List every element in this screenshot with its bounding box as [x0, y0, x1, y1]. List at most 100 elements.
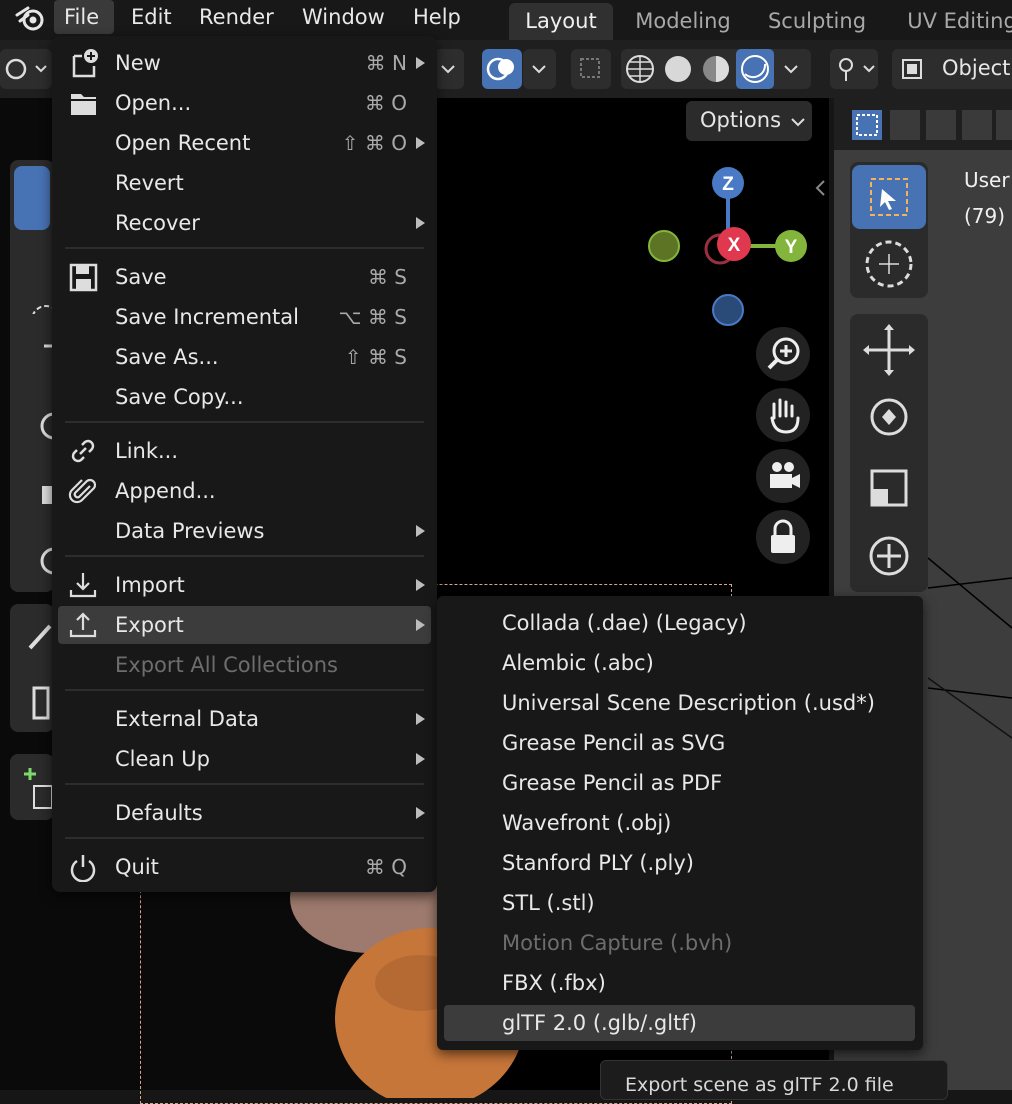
- wireframe-shading-icon[interactable]: [626, 55, 654, 83]
- annotate-tool-icon[interactable]: [28, 624, 52, 650]
- export-item-fbx[interactable]: FBX (.fbx): [444, 965, 915, 1001]
- selection-mode-icons[interactable]: [848, 104, 1012, 142]
- chevron-down-icon[interactable]: [784, 65, 798, 74]
- object-mode-icon: [902, 59, 922, 79]
- export-item-usd[interactable]: Universal Scene Description (.usd*): [444, 685, 915, 721]
- blender-logo-icon[interactable]: [14, 4, 46, 32]
- import-icon: [69, 573, 97, 598]
- gizmo-toggle-button[interactable]: [830, 49, 878, 89]
- export-item-alembic[interactable]: Alembic (.abc): [444, 645, 915, 681]
- camera-view-button[interactable]: [756, 449, 810, 503]
- link-icon: [71, 439, 95, 463]
- submenu-arrow-icon: [416, 525, 425, 537]
- menu-item-open[interactable]: Open... ⌘ O: [58, 84, 431, 122]
- menu-file[interactable]: File: [54, 0, 114, 34]
- menu-item-revert[interactable]: Revert: [58, 164, 431, 202]
- view-name-label: User: [964, 168, 1010, 192]
- object-mode-dropdown[interactable]: Object: [892, 49, 1012, 89]
- menu-item-open-recent[interactable]: Open Recent ⇧ ⌘ O: [58, 124, 431, 162]
- zoom-icon: [767, 337, 800, 370]
- tooltip: Export scene as glTF 2.0 file: [600, 1060, 948, 1100]
- menu-item-recover[interactable]: Recover: [58, 204, 431, 242]
- shading-group: [621, 49, 811, 89]
- tab-modeling[interactable]: Modeling: [622, 3, 744, 40]
- menu-item-save-copy[interactable]: Save Copy...: [58, 378, 431, 416]
- menu-window[interactable]: Window: [292, 0, 395, 34]
- left-toolbar-group-2: [10, 314, 54, 592]
- menu-separator: [65, 247, 424, 249]
- collapse-sidebar-icon[interactable]: [812, 178, 828, 198]
- tab-uv-editing[interactable]: UV Editing: [892, 3, 1012, 40]
- submenu-arrow-icon: [416, 713, 425, 725]
- overlays-button[interactable]: [482, 49, 522, 89]
- left-toolbar-group-3: [10, 604, 54, 732]
- export-submenu: Collada (.dae) (Legacy) Alembic (.abc) U…: [437, 596, 923, 1050]
- submenu-arrow-icon: [416, 579, 425, 591]
- xray-button[interactable]: [571, 49, 611, 89]
- cursor-tool-icon[interactable]: [852, 232, 926, 296]
- file-menu: New ⌘ N Open... ⌘ O Open Recent ⇧ ⌘ O Re…: [52, 36, 437, 892]
- menu-separator: [65, 555, 424, 557]
- lock-view-button[interactable]: [756, 510, 810, 564]
- select-box-tool[interactable]: [14, 166, 50, 230]
- export-item-wavefront-obj[interactable]: Wavefront (.obj): [444, 805, 915, 841]
- gizmo-y-label: Y: [785, 237, 798, 258]
- menu-help[interactable]: Help: [403, 0, 471, 34]
- save-icon: [69, 263, 98, 292]
- measure-tool-icon[interactable]: [32, 686, 50, 720]
- add-cube-icon: [24, 768, 53, 809]
- export-item-gltf[interactable]: glTF 2.0 (.glb/.gltf): [444, 1005, 915, 1041]
- options-dropdown[interactable]: Options: [686, 101, 812, 141]
- export-icon: [69, 612, 97, 638]
- transform-pivot-button[interactable]: [0, 49, 52, 89]
- transform-tool-icon[interactable]: [869, 536, 909, 576]
- paperclip-icon: [68, 478, 97, 504]
- object-mode-label: Object: [942, 56, 1011, 80]
- export-item-grease-pencil-pdf[interactable]: Grease Pencil as PDF: [444, 765, 915, 801]
- menu-render[interactable]: Render: [189, 0, 284, 34]
- menu-item-save[interactable]: Save ⌘ S: [58, 258, 431, 296]
- scale-tool-icon[interactable]: [870, 469, 908, 507]
- add-cube-tool[interactable]: [10, 754, 54, 820]
- export-item-stl[interactable]: STL (.stl): [444, 885, 915, 921]
- folder-icon: [71, 94, 96, 115]
- overlays-dropdown[interactable]: [523, 49, 556, 89]
- export-item-motion-capture: Motion Capture (.bvh): [502, 931, 733, 955]
- menu-item-new[interactable]: New ⌘ N: [58, 44, 431, 82]
- tab-layout[interactable]: Layout: [509, 3, 613, 40]
- move-tool-icon[interactable]: [863, 324, 915, 376]
- rotate-tool-icon[interactable]: [870, 398, 908, 436]
- menu-item-defaults[interactable]: Defaults: [58, 794, 431, 832]
- menu-item-import[interactable]: Import: [58, 566, 431, 604]
- zoom-button[interactable]: [756, 327, 810, 381]
- pan-button[interactable]: [756, 388, 810, 442]
- menu-separator: [65, 421, 424, 423]
- menu-item-export[interactable]: Export: [58, 606, 431, 644]
- submenu-arrow-icon: [416, 619, 425, 631]
- material-shading-icon[interactable]: [703, 56, 729, 82]
- export-item-grease-pencil-svg[interactable]: Grease Pencil as SVG: [444, 725, 915, 761]
- right-toolbar-group-1: [850, 162, 928, 298]
- hand-icon: [770, 398, 800, 434]
- menu-item-external-data[interactable]: External Data: [58, 700, 431, 738]
- export-item-stanford-ply[interactable]: Stanford PLY (.ply): [444, 845, 915, 881]
- menu-item-save-incremental[interactable]: Save Incremental ⌥ ⌘ S: [58, 298, 431, 336]
- export-item-collada[interactable]: Collada (.dae) (Legacy): [444, 605, 915, 641]
- menu-item-link[interactable]: Link...: [58, 432, 431, 470]
- top-bar: File Edit Render Window Help Layout Mode…: [0, 0, 1012, 40]
- tab-sculpting[interactable]: Sculpting: [755, 3, 879, 40]
- frame-label: (79): [964, 204, 1006, 228]
- menu-item-save-as[interactable]: Save As... ⇧ ⌘ S: [58, 338, 431, 376]
- menu-edit[interactable]: Edit: [121, 0, 182, 34]
- menu-item-append[interactable]: Append...: [58, 472, 431, 510]
- menu-item-quit[interactable]: Quit ⌘ Q: [58, 848, 431, 886]
- menu-item-data-previews[interactable]: Data Previews: [58, 512, 431, 550]
- select-box-tool-right[interactable]: [852, 165, 926, 229]
- menu-item-clean-up[interactable]: Clean Up: [58, 740, 431, 778]
- dropdown-button[interactable]: [434, 49, 464, 89]
- solid-shading-icon[interactable]: [665, 56, 691, 82]
- navigation-gizmo[interactable]: Z Y X: [640, 164, 820, 334]
- chevron-down-icon: [441, 65, 455, 74]
- chevron-down-icon: [532, 65, 546, 74]
- chevron-down-icon: [791, 118, 805, 127]
